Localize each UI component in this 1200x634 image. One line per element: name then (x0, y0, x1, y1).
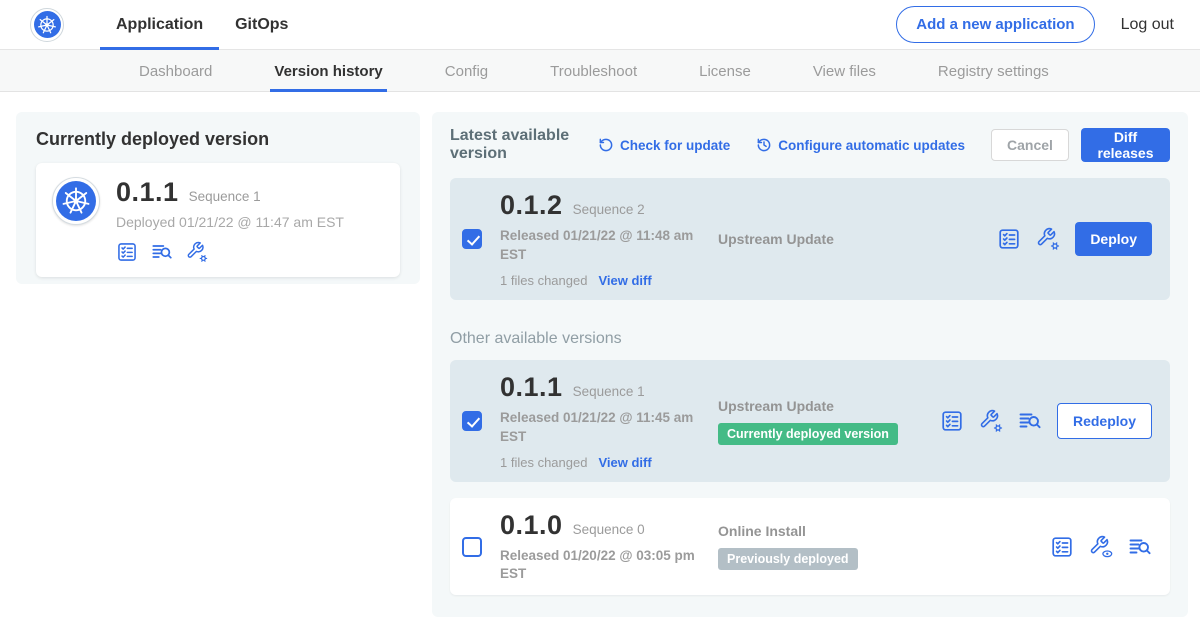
checklist-icon[interactable] (940, 409, 964, 433)
redeploy-button[interactable]: Redeploy (1057, 403, 1152, 439)
checklist-icon[interactable] (997, 227, 1021, 251)
version-number: 0.1.2 (500, 190, 563, 221)
subnav-view-files[interactable]: View files (809, 50, 880, 92)
deploy-button[interactable]: Deploy (1075, 222, 1152, 256)
app-header: Application GitOps Add a new application… (0, 0, 1200, 50)
other-available-versions-title: Other available versions (450, 330, 1170, 348)
subnav-troubleshoot[interactable]: Troubleshoot (546, 50, 641, 92)
deployed-timestamp: Deployed 01/21/22 @ 11:47 am EST (116, 214, 344, 230)
released-timestamp: Released 01/20/22 @ 03:05 pm EST (500, 547, 705, 583)
currently-deployed-badge: Currently deployed version (718, 423, 898, 445)
version-row-0-1-0: 0.1.0 Sequence 0 Released 01/20/22 @ 03:… (450, 498, 1170, 595)
app-icon (52, 177, 100, 225)
version-source-label: Online Install (718, 523, 1050, 539)
wrench-gear-icon[interactable] (979, 409, 1003, 433)
configure-auto-updates-label: Configure automatic updates (778, 138, 965, 153)
version-source-label: Upstream Update (718, 398, 940, 414)
version-row-0-1-2: 0.1.2 Sequence 2 Released 01/21/22 @ 11:… (450, 178, 1170, 300)
configure-auto-updates-link[interactable]: Configure automatic updates (756, 137, 965, 153)
previously-deployed-badge: Previously deployed (718, 548, 858, 570)
files-changed-label: 1 files changed (500, 273, 587, 288)
logout-button[interactable]: Log out (1121, 16, 1174, 34)
view-diff-link[interactable]: View diff (598, 273, 651, 288)
files-changed-label: 1 files changed (500, 455, 587, 470)
version-number: 0.1.1 (500, 372, 563, 403)
view-diff-link[interactable]: View diff (598, 455, 651, 470)
released-timestamp: Released 01/21/22 @ 11:45 am EST (500, 409, 705, 445)
subnav-dashboard[interactable]: Dashboard (135, 50, 216, 92)
latest-available-title: Latest available version (450, 127, 578, 163)
history-clock-icon (756, 137, 772, 153)
tab-gitops[interactable]: GitOps (219, 0, 304, 50)
wrench-gear-icon[interactable] (1036, 227, 1060, 251)
checklist-icon[interactable] (1050, 535, 1074, 559)
logs-icon[interactable] (1128, 535, 1152, 559)
version-source-label: Upstream Update (718, 231, 997, 247)
diff-releases-button[interactable]: Diff releases (1081, 128, 1170, 162)
deployed-version-number: 0.1.1 (116, 177, 179, 208)
version-select-checkbox[interactable] (462, 229, 482, 249)
version-select-checkbox[interactable] (462, 411, 482, 431)
available-versions-panel: Latest available version Check for updat… (432, 112, 1188, 617)
add-new-application-button[interactable]: Add a new application (896, 6, 1094, 43)
currently-deployed-title: Currently deployed version (36, 129, 400, 150)
checklist-icon[interactable] (116, 241, 138, 263)
subnav-registry-settings[interactable]: Registry settings (934, 50, 1053, 92)
tab-application[interactable]: Application (100, 0, 219, 50)
sequence-label: Sequence 0 (573, 522, 645, 537)
subnav-license[interactable]: License (695, 50, 755, 92)
version-select-checkbox[interactable] (462, 537, 482, 557)
version-number: 0.1.0 (500, 510, 563, 541)
check-for-update-label: Check for update (620, 138, 730, 153)
subnav-version-history[interactable]: Version history (270, 50, 386, 92)
cancel-button[interactable]: Cancel (991, 129, 1069, 161)
wrench-eye-icon[interactable] (1089, 535, 1113, 559)
deployed-sequence-label: Sequence 1 (189, 189, 261, 204)
deployed-version-card: 0.1.1 Sequence 1 Deployed 01/21/22 @ 11:… (36, 163, 400, 277)
app-logo (30, 8, 64, 42)
kubernetes-wheel-icon (37, 15, 57, 35)
check-for-update-link[interactable]: Check for update (598, 137, 730, 153)
currently-deployed-panel: Currently deployed version 0.1.1 Sequenc… (16, 112, 420, 284)
kubernetes-wheel-icon (61, 186, 91, 216)
sequence-label: Sequence 1 (573, 384, 645, 399)
subnav-config[interactable]: Config (441, 50, 492, 92)
refresh-icon (598, 137, 614, 153)
logs-icon[interactable] (1018, 409, 1042, 433)
released-timestamp: Released 01/21/22 @ 11:48 am EST (500, 227, 705, 263)
version-row-0-1-1: 0.1.1 Sequence 1 Released 01/21/22 @ 11:… (450, 360, 1170, 482)
sequence-label: Sequence 2 (573, 202, 645, 217)
logs-icon[interactable] (151, 241, 173, 263)
app-subnav: Dashboard Version history Config Trouble… (0, 50, 1200, 92)
wrench-gear-icon[interactable] (186, 241, 208, 263)
